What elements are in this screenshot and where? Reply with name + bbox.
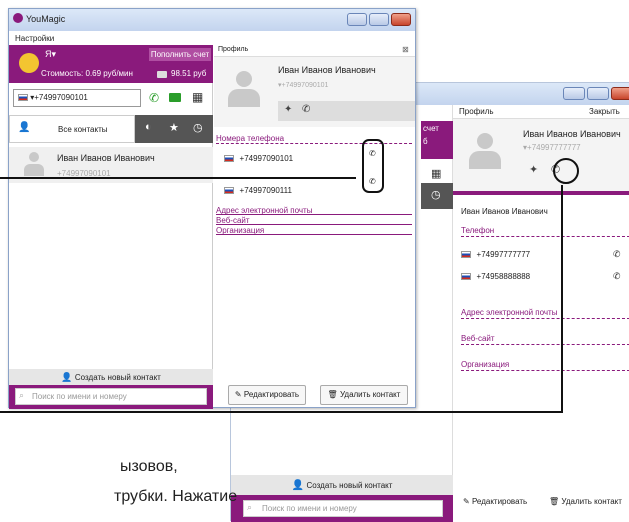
caption-line-1: ызовов, [120,458,178,475]
back-call-highlight-circle [553,158,579,184]
callout-lines [0,158,579,413]
caption-line-2: трубки. Нажатие [114,488,238,505]
callout-line-back [0,185,563,413]
